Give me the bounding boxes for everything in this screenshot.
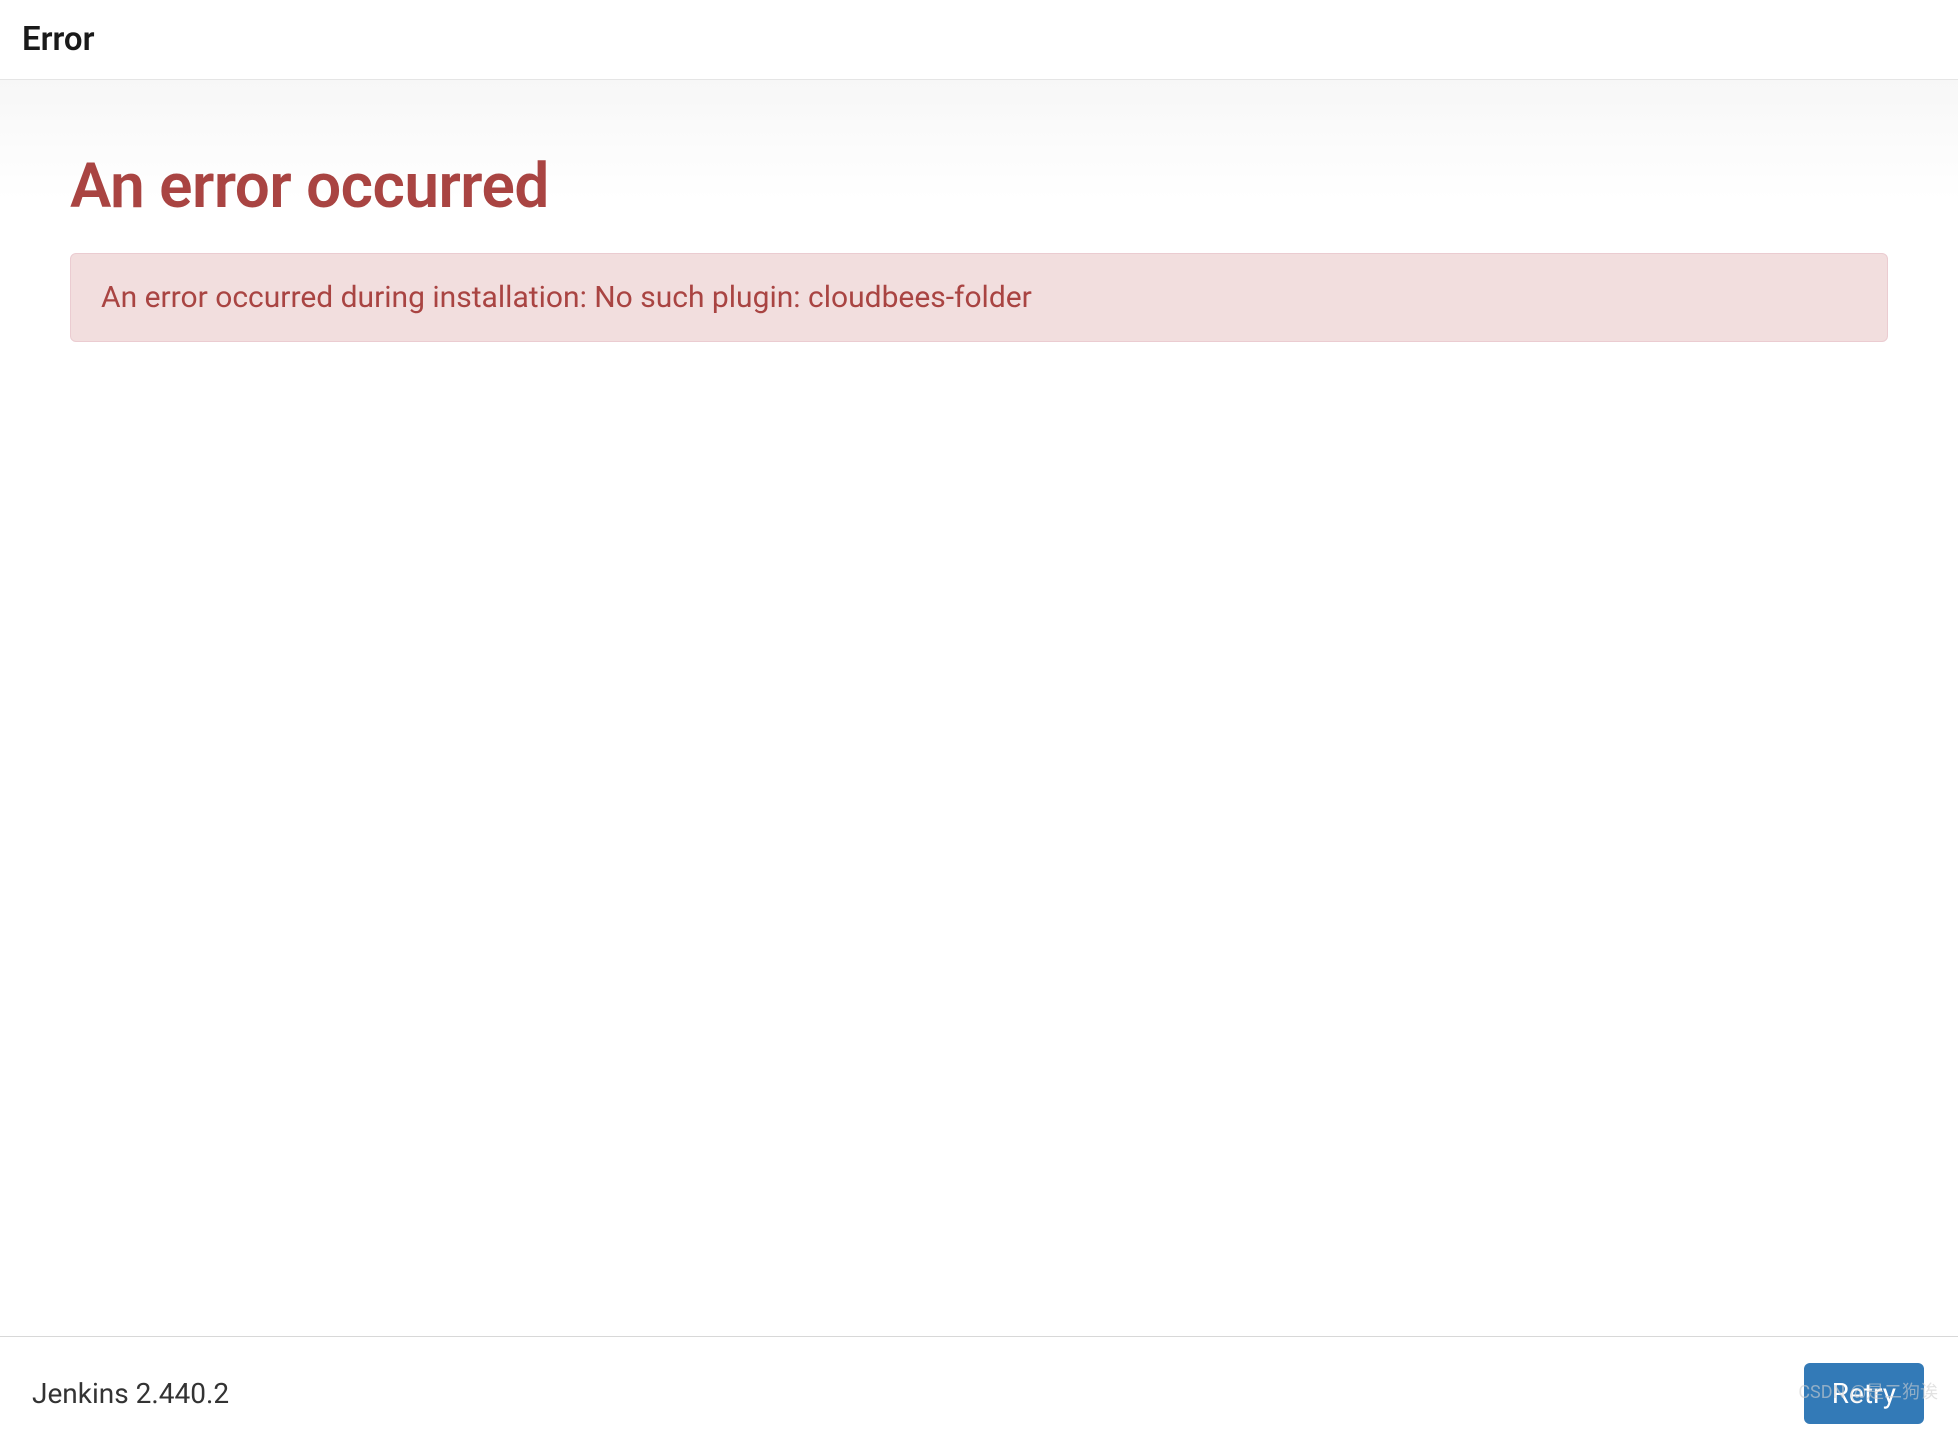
error-message: An error occurred during installation: N… [101,280,1032,315]
retry-button[interactable]: Retry [1804,1363,1924,1424]
error-heading: An error occurred [70,150,1888,223]
error-alert-box: An error occurred during installation: N… [70,253,1888,342]
version-label: Jenkins 2.440.2 [32,1377,229,1410]
content-area: An error occurred An error occurred duri… [0,80,1958,1336]
page-header: Error [0,0,1958,80]
page-footer: Jenkins 2.440.2 Retry [0,1336,1958,1450]
page-title: Error [22,20,1936,59]
